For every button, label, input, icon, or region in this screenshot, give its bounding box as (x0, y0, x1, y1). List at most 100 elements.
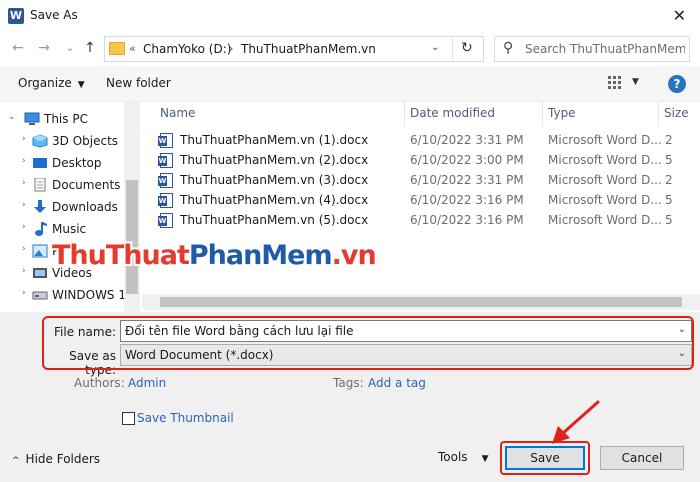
file-size: 2 (665, 133, 673, 147)
file-size: 5 (665, 153, 673, 167)
downloads-icon (32, 200, 48, 214)
table-row[interactable]: ThuThuatPhanMem.vn (2).docx 6/10/2022 3:… (142, 150, 700, 170)
table-row[interactable]: ThuThuatPhanMem.vn (3).docx 6/10/2022 3:… (142, 170, 700, 190)
new-folder-button[interactable]: New folder (106, 76, 171, 90)
sidebar-item-label: This PC (44, 112, 88, 126)
search-box[interactable]: ⚲ (494, 36, 690, 62)
navigation-pane: ⌄ This PC › 3D Objects › Desktop › Docum… (0, 102, 140, 312)
file-name: ThuThuatPhanMem.vn (1).docx (180, 133, 369, 147)
address-bar[interactable]: « ChamYoko (D:) › ThuThuatPhanMem.vn ⌄ ↻ (104, 36, 484, 62)
recent-locations-chevron-icon[interactable]: ⌄ (60, 38, 80, 58)
videos-icon (32, 266, 48, 280)
expand-chevron-icon[interactable]: › (22, 222, 26, 232)
file-name: ThuThuatPhanMem.vn (2).docx (180, 153, 369, 167)
file-size: 5 (665, 193, 673, 207)
cancel-button[interactable]: Cancel (600, 446, 684, 470)
column-separator[interactable] (404, 102, 405, 126)
word-document-icon (158, 193, 173, 208)
expand-chevron-icon[interactable]: › (22, 266, 26, 276)
window-title: Save As (30, 8, 78, 22)
column-header-size[interactable]: Size (664, 106, 689, 120)
drive-icon (32, 288, 48, 302)
column-header-date[interactable]: Date modified (410, 106, 495, 120)
expand-chevron-icon[interactable]: › (22, 134, 26, 144)
title-bar: W Save As ✕ (0, 0, 700, 32)
folder-icon (109, 42, 125, 55)
expand-chevron-icon[interactable]: ⌄ (8, 112, 16, 122)
sidebar-item-downloads[interactable]: › Downloads (0, 196, 124, 218)
file-type: Microsoft Word D... (548, 173, 662, 187)
pictures-icon (32, 244, 48, 258)
expand-chevron-icon[interactable]: › (22, 178, 26, 188)
highlight-box-fields (42, 316, 694, 370)
expand-chevron-icon[interactable]: › (22, 288, 26, 298)
sidebar-item-label: WINDOWS 10 (52, 288, 134, 302)
tags-label: Tags: (333, 376, 364, 390)
table-row[interactable]: ThuThuatPhanMem.vn (1).docx 6/10/2022 3:… (142, 130, 700, 150)
sidebar-item-desktop[interactable]: › Desktop (0, 152, 124, 174)
close-icon[interactable]: ✕ (673, 6, 686, 25)
music-icon (32, 222, 48, 236)
watermark-part-3: .vn (331, 240, 377, 271)
breadcrumb-overflow-icon[interactable]: « (129, 42, 136, 55)
file-date: 6/10/2022 3:16 PM (410, 213, 524, 227)
sort-indicator-icon: ^ (274, 102, 282, 109)
save-options-panel: File name: ⌄ Save as type: Word Document… (0, 312, 700, 482)
file-date: 6/10/2022 3:31 PM (410, 173, 524, 187)
hide-folders-button[interactable]: ^ Hide Folders (12, 452, 100, 466)
refresh-icon[interactable]: ↻ (461, 40, 473, 56)
breadcrumb-drive[interactable]: ChamYoko (D:) (143, 42, 231, 56)
watermark-part-1: ThuThuat (52, 240, 190, 271)
site-watermark: ThuThuatPhanMem.vn (52, 240, 377, 271)
file-type: Microsoft Word D... (548, 193, 662, 207)
sidebar-item-windows-10[interactable]: › WINDOWS 10 (0, 284, 134, 306)
save-button[interactable]: Save (505, 446, 585, 470)
sidebar-item-label: 3D Objects (52, 134, 119, 148)
save-thumbnail-label[interactable]: Save Thumbnail (137, 411, 234, 425)
authors-value[interactable]: Admin (128, 376, 166, 390)
expand-chevron-icon[interactable]: › (22, 200, 26, 210)
file-name: ThuThuatPhanMem.vn (5).docx (180, 213, 369, 227)
forward-arrow-icon[interactable]: → (34, 38, 54, 58)
column-header-name[interactable]: Name (160, 106, 195, 120)
authors-label: Authors: (74, 376, 125, 390)
column-separator[interactable] (658, 102, 659, 126)
up-arrow-icon[interactable]: ↑ (80, 38, 100, 58)
sidebar-item-documents[interactable]: › Documents (0, 174, 124, 196)
view-dropdown-icon[interactable]: ▼ (632, 77, 639, 87)
table-row[interactable]: ThuThuatPhanMem.vn (5).docx 6/10/2022 3:… (142, 210, 700, 230)
address-separator (452, 37, 453, 61)
expand-chevron-icon[interactable]: › (22, 244, 26, 254)
expand-chevron-icon[interactable]: › (22, 156, 26, 166)
view-options-icon[interactable] (608, 76, 624, 90)
file-date: 6/10/2022 3:00 PM (410, 153, 524, 167)
command-toolbar: Organize ▼ New folder ▼ ? (0, 66, 700, 102)
sidebar-scrollbar-thumb[interactable] (126, 180, 138, 294)
breadcrumb-folder[interactable]: ThuThuatPhanMem.vn (241, 42, 376, 56)
organize-button[interactable]: Organize ▼ (18, 76, 85, 90)
word-document-icon (158, 153, 173, 168)
word-document-icon (158, 173, 173, 188)
search-icon: ⚲ (503, 40, 514, 56)
save-thumbnail-checkbox[interactable] (122, 412, 135, 425)
help-icon[interactable]: ? (668, 75, 686, 93)
file-size: 2 (665, 173, 673, 187)
file-type: Microsoft Word D... (548, 133, 662, 147)
file-list: ^ Name Date modified Type Size ThuThuatP… (142, 102, 700, 312)
back-arrow-icon[interactable]: ← (8, 38, 28, 58)
sidebar-item-this-pc[interactable]: ⌄ This PC (0, 108, 124, 130)
column-separator[interactable] (542, 102, 543, 126)
column-header-type[interactable]: Type (548, 106, 576, 120)
sidebar-item-label: Desktop (52, 156, 102, 170)
sidebar-item-music[interactable]: › Music (0, 218, 124, 240)
tools-label: Tools (438, 450, 468, 464)
address-dropdown-icon[interactable]: ⌄ (431, 42, 439, 53)
horizontal-scrollbar-thumb[interactable] (160, 297, 682, 307)
search-input[interactable] (525, 41, 685, 57)
tools-button[interactable]: Tools ▼ (438, 450, 488, 464)
sidebar-item-3d-objects[interactable]: › 3D Objects (0, 130, 124, 152)
breadcrumb-separator-icon[interactable]: › (229, 42, 233, 55)
tags-value[interactable]: Add a tag (368, 376, 426, 390)
table-row[interactable]: ThuThuatPhanMem.vn (4).docx 6/10/2022 3:… (142, 190, 700, 210)
word-document-icon (158, 213, 173, 228)
